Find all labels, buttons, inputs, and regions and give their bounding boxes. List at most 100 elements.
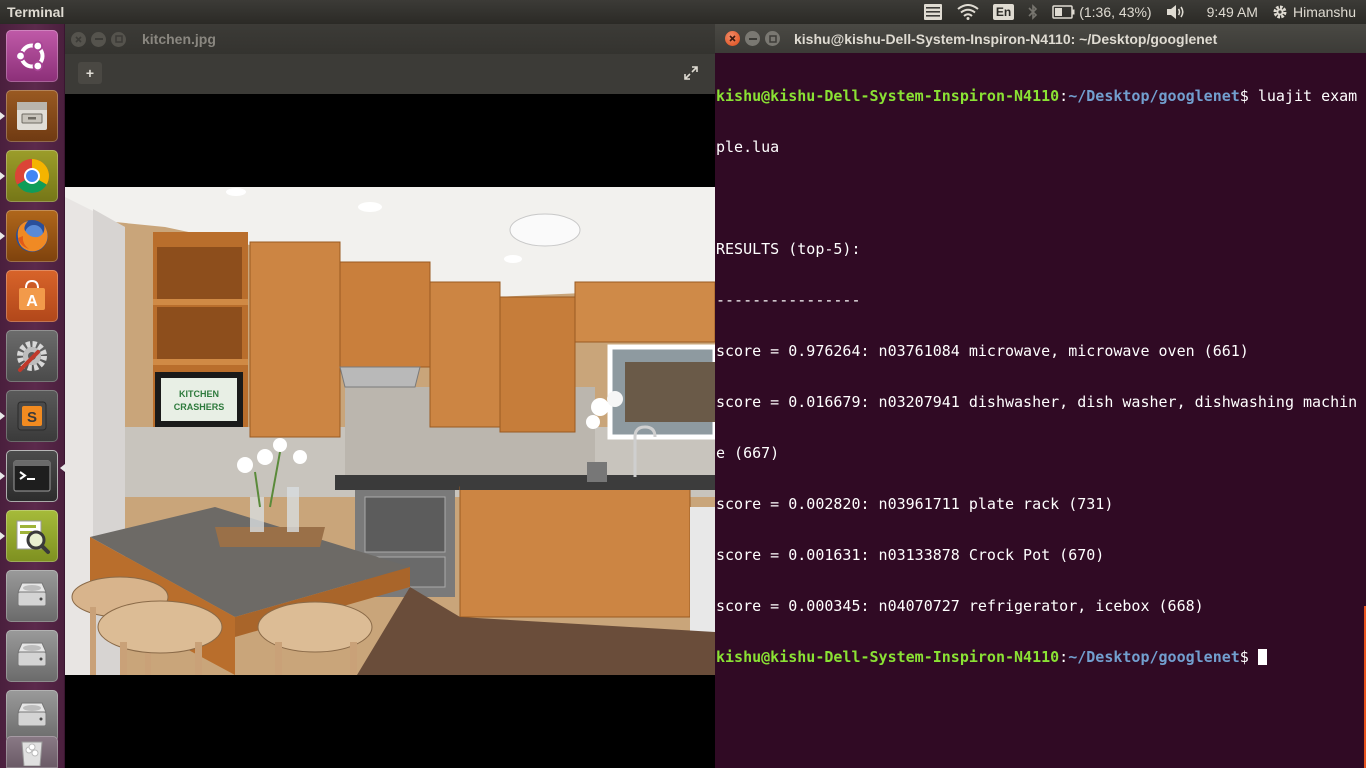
terminal-icon bbox=[13, 460, 51, 492]
prompt-symbol: $ bbox=[1239, 87, 1258, 105]
user-name: Himanshu bbox=[1292, 4, 1356, 20]
text-cursor bbox=[1257, 649, 1267, 665]
launcher-item-drive-1[interactable] bbox=[6, 570, 58, 622]
keyboard-indicator[interactable]: En bbox=[986, 0, 1021, 24]
active-app-title: Terminal bbox=[7, 4, 65, 20]
viewer-window-title: kitchen.jpg bbox=[142, 31, 216, 47]
drive-icon bbox=[17, 702, 47, 727]
terminal-line: kishu@kishu-Dell-System-Inspiron-N4110:~… bbox=[716, 649, 1364, 666]
trash-icon bbox=[21, 741, 43, 766]
launcher-item-sublime-text[interactable]: S bbox=[6, 390, 58, 442]
terminal-minimize-button[interactable] bbox=[745, 31, 760, 46]
viewer-titlebar: kitchen.jpg bbox=[65, 24, 715, 54]
launcher-item-image-viewer[interactable] bbox=[6, 510, 58, 562]
running-indicator bbox=[0, 532, 5, 540]
launcher-item-dash[interactable] bbox=[6, 30, 58, 82]
system-settings-icon bbox=[17, 341, 47, 372]
launcher: A S bbox=[0, 24, 65, 768]
image-viewer-window: kitchen.jpg + KITCHEN CRASHERS bbox=[65, 24, 715, 768]
running-indicator bbox=[0, 232, 5, 240]
terminal-line: RESULTS (top-5): bbox=[716, 240, 861, 258]
software-center-icon: A bbox=[19, 279, 45, 310]
bluetooth-indicator[interactable] bbox=[1021, 0, 1045, 24]
bluetooth-icon bbox=[1028, 4, 1038, 20]
kitchen-photo-art: KITCHEN CRASHERS bbox=[65, 187, 715, 675]
messaging-menu-icon bbox=[923, 4, 942, 20]
terminal-close-button[interactable] bbox=[725, 31, 740, 46]
terminal-maximize-button[interactable] bbox=[765, 31, 780, 46]
terminal-line: score = 0.976264: n03761084 microwave, m… bbox=[716, 342, 1249, 360]
viewer-toolbar: + bbox=[65, 54, 715, 94]
viewer-maximize-button[interactable] bbox=[111, 31, 126, 47]
prompt-user: kishu@kishu-Dell-System-Inspiron-N4110 bbox=[716, 648, 1060, 666]
ubuntu-dash-icon bbox=[15, 40, 45, 72]
prompt-user: kishu@kishu-Dell-System-Inspiron-N4110 bbox=[716, 87, 1060, 105]
clock-indicator[interactable]: 9:49 AM bbox=[1193, 0, 1265, 24]
running-indicator bbox=[0, 172, 5, 180]
close-icon bbox=[75, 35, 82, 43]
launcher-item-trash[interactable] bbox=[6, 736, 58, 768]
command-text: luajit exam bbox=[1257, 87, 1358, 105]
prompt-separator: : bbox=[1059, 87, 1069, 105]
terminal-line: kishu@kishu-Dell-System-Inspiron-N4110:~… bbox=[716, 88, 1364, 105]
terminal-line: score = 0.001631: n03133878 Crock Pot (6… bbox=[716, 546, 1105, 564]
viewer-close-button[interactable] bbox=[71, 31, 86, 47]
chrome-icon bbox=[15, 159, 49, 193]
terminal-titlebar: kishu@kishu-Dell-System-Inspiron-N4110: … bbox=[715, 24, 1366, 53]
terminal-line: ---------------- bbox=[716, 291, 861, 309]
kitchen-photo: KITCHEN CRASHERS bbox=[65, 187, 715, 675]
sound-indicator[interactable] bbox=[1159, 0, 1193, 24]
launcher-item-system-settings[interactable] bbox=[6, 330, 58, 382]
battery-indicator[interactable]: (1:36, 43%) bbox=[1045, 0, 1158, 24]
sublime-text-icon: S bbox=[17, 401, 47, 431]
keyboard-layout-label: En bbox=[992, 4, 1015, 20]
volume-icon bbox=[1166, 5, 1184, 19]
drive-icon bbox=[17, 642, 47, 667]
terminal-window-title: kishu@kishu-Dell-System-Inspiron-N4110: … bbox=[794, 30, 1218, 47]
top-panel: Terminal En (1:36, 43%) 9:49 AM Himanshu bbox=[0, 0, 1366, 24]
maximize-icon bbox=[114, 35, 123, 43]
terminal-line: e (667) bbox=[716, 444, 780, 462]
prompt-path: ~/Desktop/googlenet bbox=[1068, 648, 1240, 666]
prompt-path: ~/Desktop/googlenet bbox=[1068, 87, 1240, 105]
firefox-icon bbox=[16, 220, 48, 252]
command-text-wrapped: ple.lua bbox=[716, 138, 780, 156]
launcher-item-terminal[interactable] bbox=[6, 450, 58, 502]
minimize-icon bbox=[94, 38, 103, 40]
battery-status-text: (1:36, 43%) bbox=[1079, 4, 1152, 20]
indicator-area: En (1:36, 43%) 9:49 AM Himanshu bbox=[916, 0, 1366, 24]
svg-text:S: S bbox=[27, 409, 37, 426]
image-viewer-icon bbox=[16, 520, 50, 554]
viewer-minimize-button[interactable] bbox=[91, 31, 106, 47]
terminal-line: score = 0.016679: n03207941 dishwasher, … bbox=[716, 393, 1358, 411]
launcher-item-drive-3[interactable] bbox=[6, 690, 58, 742]
running-indicator bbox=[0, 112, 5, 120]
minimize-icon bbox=[748, 37, 757, 40]
launcher-item-chrome[interactable] bbox=[6, 150, 58, 202]
wifi-icon bbox=[957, 4, 979, 20]
running-indicator bbox=[0, 412, 5, 420]
close-icon bbox=[729, 35, 736, 42]
maximize-icon bbox=[768, 34, 777, 43]
network-indicator[interactable] bbox=[950, 0, 986, 24]
files-icon bbox=[17, 102, 47, 130]
viewer-add-button[interactable]: + bbox=[78, 62, 102, 84]
svg-text:A: A bbox=[26, 293, 38, 310]
tv-text-line-1: KITCHEN bbox=[179, 389, 219, 399]
prompt-separator: : bbox=[1059, 648, 1069, 666]
session-indicator[interactable]: Himanshu bbox=[1265, 0, 1366, 24]
viewer-fullscreen-button[interactable] bbox=[680, 62, 702, 84]
drive-icon bbox=[17, 582, 47, 607]
launcher-item-drive-2[interactable] bbox=[6, 630, 58, 682]
launcher-item-files[interactable] bbox=[6, 90, 58, 142]
tv-text-line-2: CRASHERS bbox=[174, 402, 225, 412]
prompt-symbol: $ bbox=[1239, 648, 1258, 666]
running-indicator bbox=[0, 472, 5, 480]
launcher-item-software-center[interactable]: A bbox=[6, 270, 58, 322]
clock-text: 9:49 AM bbox=[1206, 4, 1258, 20]
terminal-output[interactable]: kishu@kishu-Dell-System-Inspiron-N4110:~… bbox=[716, 53, 1364, 768]
terminal-line: ple.lua bbox=[716, 139, 1364, 156]
launcher-item-firefox[interactable] bbox=[6, 210, 58, 262]
messaging-indicator[interactable] bbox=[916, 0, 950, 24]
terminal-line: score = 0.000345: n04070727 refrigerator… bbox=[716, 597, 1204, 615]
